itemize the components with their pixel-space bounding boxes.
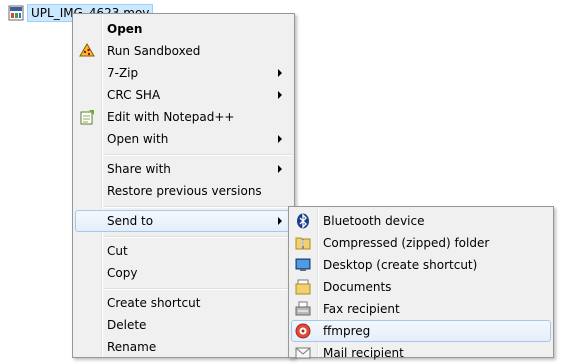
context-menu: Open Run Sandboxed 7-Zip CRC SHA Edit wi… <box>72 13 295 358</box>
documents-icon <box>294 278 312 296</box>
submenu-arrow-icon <box>278 91 282 99</box>
menu-item-label: Mail recipient <box>323 346 404 360</box>
submenu-arrow-icon <box>278 69 282 77</box>
menu-item-open-with[interactable]: Open with <box>75 128 292 150</box>
submenu-arrow-icon <box>278 135 282 143</box>
menu-separator <box>103 206 292 208</box>
menu-item-copy[interactable]: Copy <box>75 262 292 284</box>
menu-item-label: Compressed (zipped) folder <box>323 236 490 250</box>
menu-item-label: Delete <box>107 318 147 332</box>
menu-item-run-sandboxed[interactable]: Run Sandboxed <box>75 40 292 62</box>
send-to-mail[interactable]: Mail recipient <box>291 342 551 364</box>
menu-item-label: Run Sandboxed <box>107 44 201 58</box>
menu-item-send-to[interactable]: Send to <box>75 210 292 232</box>
menu-item-create-shortcut[interactable]: Create shortcut <box>75 292 292 314</box>
menu-item-label: Restore previous versions <box>107 184 262 198</box>
zip-folder-icon <box>294 234 312 252</box>
ffmpreg-icon <box>294 322 312 340</box>
menu-item-label: Share with <box>107 162 171 176</box>
bluetooth-icon <box>294 212 312 230</box>
mail-icon <box>294 344 312 362</box>
menu-item-label: Send to <box>107 214 154 228</box>
send-to-bluetooth[interactable]: Bluetooth device <box>291 210 551 232</box>
desktop-icon <box>294 256 312 274</box>
menu-item-delete[interactable]: Delete <box>75 314 292 336</box>
menu-item-crc-sha[interactable]: CRC SHA <box>75 84 292 106</box>
menu-item-label: Edit with Notepad++ <box>107 110 235 124</box>
menu-item-label: CRC SHA <box>107 88 161 102</box>
send-to-desktop[interactable]: Desktop (create shortcut) <box>291 254 551 276</box>
notepad-plus-plus-icon <box>78 108 96 126</box>
menu-item-open[interactable]: Open <box>75 18 292 40</box>
menu-item-label: Desktop (create shortcut) <box>323 258 478 272</box>
menu-item-share-with[interactable]: Share with <box>75 158 292 180</box>
submenu-arrow-icon <box>278 165 282 173</box>
send-to-fax[interactable]: Fax recipient <box>291 298 551 320</box>
menu-item-label: Bluetooth device <box>323 214 425 228</box>
menu-item-cut[interactable]: Cut <box>75 240 292 262</box>
send-to-compressed-folder[interactable]: Compressed (zipped) folder <box>291 232 551 254</box>
fax-icon <box>294 300 312 318</box>
menu-item-label: Rename <box>107 340 157 354</box>
menu-item-label: Open <box>107 22 143 36</box>
menu-item-label: Copy <box>107 266 138 280</box>
menu-item-rename[interactable]: Rename <box>75 336 292 358</box>
menu-item-label: 7-Zip <box>107 66 139 80</box>
menu-item-label: Documents <box>323 280 392 294</box>
menu-item-label: Cut <box>107 244 128 258</box>
menu-item-label: ffmpreg <box>323 324 371 338</box>
send-to-ffmpreg[interactable]: ffmpreg <box>291 320 551 342</box>
send-to-documents[interactable]: Documents <box>291 276 551 298</box>
menu-separator <box>103 288 292 290</box>
menu-item-label: Open with <box>107 132 169 146</box>
menu-item-7zip[interactable]: 7-Zip <box>75 62 292 84</box>
menu-separator <box>103 236 292 238</box>
menu-separator <box>103 154 292 156</box>
menu-item-label: Fax recipient <box>323 302 400 316</box>
menu-item-restore-previous[interactable]: Restore previous versions <box>75 180 292 202</box>
sandboxie-icon <box>78 42 96 60</box>
submenu-arrow-icon <box>278 217 282 225</box>
send-to-submenu: Bluetooth device Compressed (zipped) fol… <box>288 206 554 360</box>
video-file-icon <box>8 5 24 21</box>
menu-item-label: Create shortcut <box>107 296 201 310</box>
menu-item-edit-notepad[interactable]: Edit with Notepad++ <box>75 106 292 128</box>
